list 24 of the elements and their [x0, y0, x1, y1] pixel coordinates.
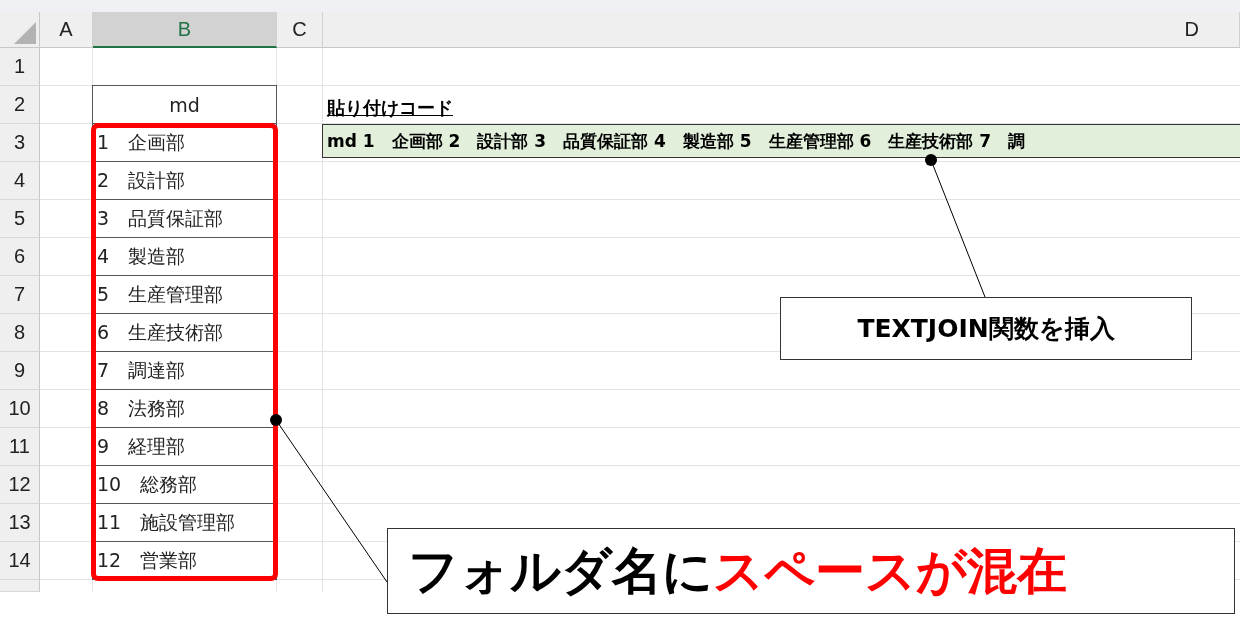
- row-header[interactable]: 9: [0, 352, 40, 390]
- row-header[interactable]: [0, 580, 40, 592]
- row-header[interactable]: 1: [0, 48, 40, 86]
- row-header[interactable]: 3: [0, 124, 40, 162]
- row-header[interactable]: 10: [0, 390, 40, 428]
- row-header[interactable]: 4: [0, 162, 40, 200]
- anchor-dot-icon: [925, 154, 937, 166]
- column-header[interactable]: B: [93, 12, 277, 48]
- callout-box: TEXTJOIN関数を挿入: [780, 297, 1192, 360]
- row-header[interactable]: 12: [0, 466, 40, 504]
- row-header[interactable]: 13: [0, 504, 40, 542]
- row-header[interactable]: 2: [0, 86, 40, 124]
- row-header[interactable]: 8: [0, 314, 40, 352]
- row-header[interactable]: 5: [0, 200, 40, 238]
- row-header[interactable]: 11: [0, 428, 40, 466]
- column-header-cell: md: [92, 85, 277, 124]
- section-heading: 貼り付けコード: [326, 96, 453, 120]
- callout-box: フォルダ名にスペースが混在: [387, 528, 1235, 614]
- select-all-triangle-icon: [14, 22, 36, 44]
- row-header[interactable]: 14: [0, 542, 40, 580]
- row-header[interactable]: 6: [0, 238, 40, 276]
- joined-text-cell: md 1 企画部 2 設計部 3 品質保証部 4 製造部 5 生産管理部 6 生産技術部 7 調: [322, 124, 1240, 158]
- row-header[interactable]: 7: [0, 276, 40, 314]
- anchor-dot-icon: [270, 414, 282, 426]
